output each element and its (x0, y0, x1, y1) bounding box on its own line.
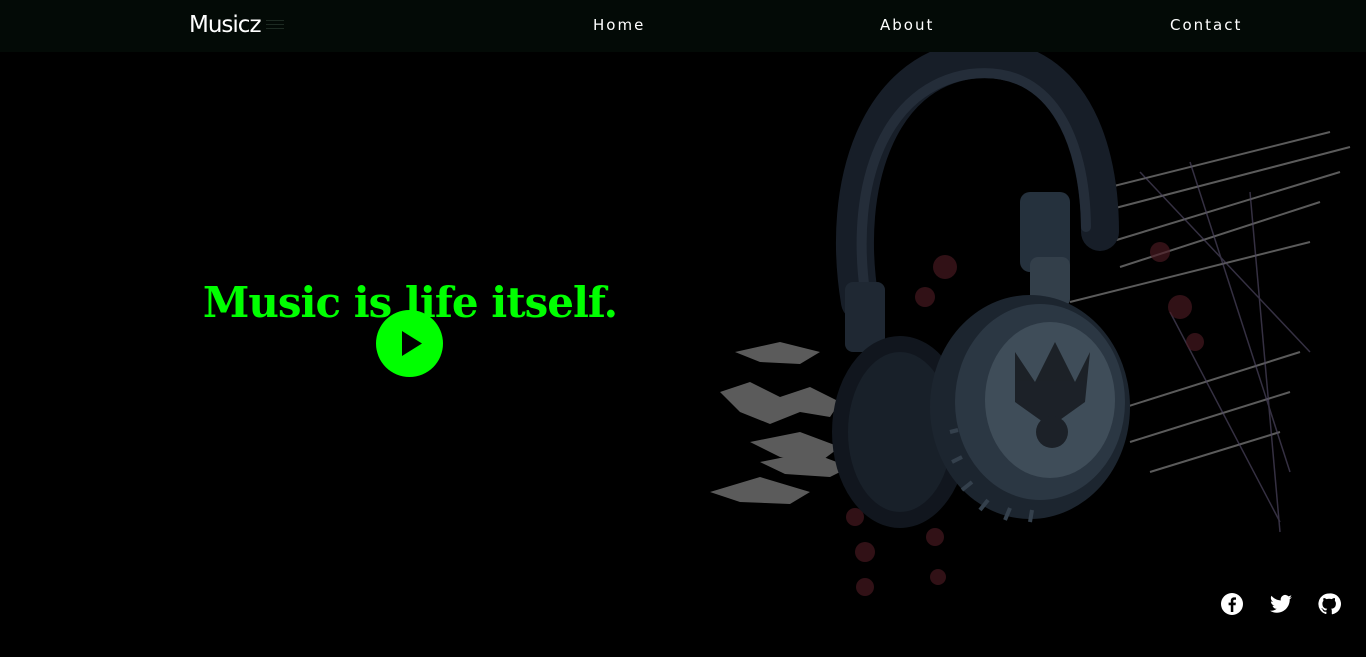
menu-lines-icon (266, 20, 284, 32)
headphones-illustration (690, 52, 1366, 657)
nav-link-home[interactable]: Home (593, 16, 645, 34)
facebook-icon[interactable] (1220, 592, 1244, 616)
nav-link-contact[interactable]: Contact (1170, 16, 1242, 34)
page: Musicz Home About Contact Music is life … (0, 0, 1366, 657)
nav-link-about[interactable]: About (880, 16, 934, 34)
navbar: Musicz Home About Contact (0, 0, 1366, 52)
play-icon (402, 331, 422, 356)
twitter-icon[interactable] (1269, 592, 1293, 616)
github-icon[interactable] (1317, 592, 1341, 616)
play-button[interactable] (376, 310, 443, 377)
brand-logo[interactable]: Musicz (189, 12, 262, 38)
